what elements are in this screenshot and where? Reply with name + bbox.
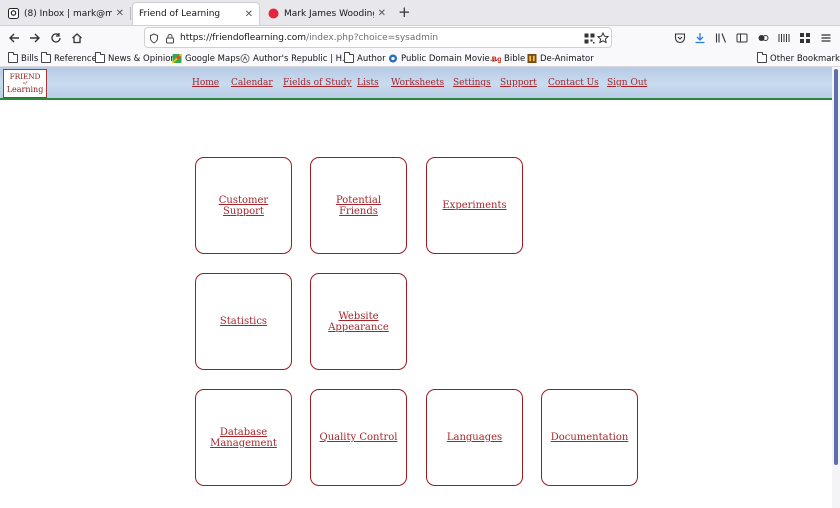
bookmark-public-domain-movies[interactable]: Public Domain Movie... <box>388 52 498 65</box>
new-tab-icon[interactable]: + <box>398 4 411 20</box>
nav-settings[interactable]: Settings <box>453 78 491 88</box>
tile-customer-support[interactable]: Customer Support <box>195 157 292 254</box>
bookmark-label: Bills <box>21 53 39 64</box>
pd-icon <box>388 54 398 63</box>
bookmark-label: Author's Republic | H... <box>253 53 351 64</box>
bookmark-label: De-Animator <box>540 53 594 64</box>
url-bar[interactable]: https://friendoflearning.com/index.php?c… <box>144 27 612 48</box>
tile-label: Potential Friends <box>335 194 382 217</box>
library-icon[interactable] <box>714 31 728 45</box>
other-bookmarks[interactable]: Other Bookmarks <box>757 52 840 65</box>
bookmark-bills[interactable]: Bills <box>8 52 38 65</box>
folder-icon <box>344 52 354 63</box>
maps-icon <box>172 54 182 63</box>
tab-strip: (8) Inbox | mark@markwo ✕ Friend of Lear… <box>0 0 840 26</box>
qr-code-icon[interactable] <box>583 32 595 44</box>
tile-documentation[interactable]: Documentation <box>541 389 638 486</box>
folder-icon <box>757 52 767 63</box>
tab-title: (8) Inbox | mark@markwo <box>24 8 112 19</box>
bookmark-label: Other Bookmarks <box>770 53 840 64</box>
download-icon[interactable] <box>693 31 707 45</box>
bookmark-reference[interactable]: Reference <box>41 52 97 65</box>
nav-sign-out[interactable]: Sign Out <box>607 78 647 88</box>
tile-statistics[interactable]: Statistics <box>195 273 292 370</box>
pocket-icon[interactable] <box>673 31 687 45</box>
bookmark-label: Reference <box>54 53 97 64</box>
tile-website-appearance[interactable]: Website Appearance <box>310 273 407 370</box>
tab-separator <box>130 7 131 20</box>
bible-icon: Bg <box>492 55 502 63</box>
tile-label: Customer Support <box>218 194 269 217</box>
grid-icon[interactable] <box>798 31 812 45</box>
menu-icon[interactable] <box>819 31 833 45</box>
nav-support[interactable]: Support <box>500 78 537 88</box>
tab-title: Mark James Wooding Com <box>284 8 374 19</box>
tab-title: Friend of Learning <box>139 9 221 19</box>
tile-label: Statistics <box>219 316 268 327</box>
mail-icon <box>8 8 19 19</box>
bookmarks-bar: Bills Reference News & Opinion Google Ma… <box>0 49 840 67</box>
star-icon[interactable] <box>597 32 609 44</box>
tile-potential-friends[interactable]: Potential Friends <box>310 157 407 254</box>
ar-icon <box>240 54 250 63</box>
folder-icon <box>95 52 105 63</box>
tile-label: Languages <box>446 432 503 443</box>
bookmark-authors-republic[interactable]: Author's Republic | H... <box>240 52 350 65</box>
sidebar-icon[interactable] <box>735 31 749 45</box>
bookmark-de-animator[interactable]: De-Animator <box>527 52 594 65</box>
nav-fields-of-study[interactable]: Fields of Study <box>283 78 352 88</box>
red-circle-icon <box>268 8 279 19</box>
back-icon[interactable] <box>6 30 22 46</box>
close-icon[interactable]: ✕ <box>116 8 124 19</box>
lock-icon[interactable] <box>164 32 176 44</box>
folder-icon <box>41 52 51 63</box>
ruler-icon[interactable] <box>777 31 791 45</box>
tile-label: Website Appearance <box>328 310 389 333</box>
tile-label: Experiments <box>442 200 507 211</box>
bookmark-news-opinion[interactable]: News & Opinion <box>95 52 176 65</box>
bookmark-google-maps[interactable]: Google Maps <box>172 52 240 65</box>
tile-label: Documentation <box>550 432 629 443</box>
nav-home[interactable]: Home <box>192 78 219 88</box>
tile-label: Quality Control <box>319 432 398 443</box>
tab-inbox[interactable]: (8) Inbox | mark@markwo ✕ <box>2 2 131 25</box>
tile-database-management[interactable]: Database Management <box>195 389 292 486</box>
shield-icon[interactable] <box>148 32 160 44</box>
nav-lists[interactable]: Lists <box>357 78 379 88</box>
bookmark-author[interactable]: Author <box>344 52 386 65</box>
bookmark-bible[interactable]: Bg Bible <box>491 52 526 65</box>
home-icon[interactable] <box>69 30 85 46</box>
tab-friend-of-learning[interactable]: Friend of Learning ✕ <box>132 2 260 25</box>
scrollbar-thumb[interactable] <box>834 69 838 465</box>
logo-line-3: Learning <box>6 84 44 94</box>
nav-contact-us[interactable]: Contact Us <box>548 78 599 88</box>
extension-icon[interactable] <box>756 31 770 45</box>
bookmark-label: Author <box>357 53 386 64</box>
tab-mark-wooding[interactable]: Mark James Wooding Com ✕ <box>262 2 392 25</box>
bookmark-label: Bible <box>504 53 526 64</box>
forward-icon[interactable] <box>27 30 43 46</box>
close-icon[interactable]: ✕ <box>378 8 386 19</box>
svg-text:Bg: Bg <box>492 55 502 63</box>
da-icon <box>527 54 537 63</box>
bookmark-label: News & Opinion <box>108 53 176 64</box>
close-icon[interactable]: ✕ <box>245 9 253 20</box>
url-text: https://friendoflearning.com/index.php?c… <box>180 32 439 43</box>
reload-icon[interactable] <box>48 30 64 46</box>
bookmark-label: Google Maps <box>185 53 241 64</box>
tile-experiments[interactable]: Experiments <box>426 157 523 254</box>
site-header: FRIEND of Learning Home Calendar Fields … <box>0 67 832 100</box>
site-logo[interactable]: FRIEND of Learning <box>3 69 47 98</box>
tile-quality-control[interactable]: Quality Control <box>310 389 407 486</box>
bookmark-label: Public Domain Movie... <box>401 53 498 64</box>
nav-calendar[interactable]: Calendar <box>231 78 273 88</box>
nav-worksheets[interactable]: Worksheets <box>391 78 444 88</box>
tile-label: Database Management <box>210 426 277 449</box>
tile-languages[interactable]: Languages <box>426 389 523 486</box>
folder-icon <box>8 52 18 63</box>
